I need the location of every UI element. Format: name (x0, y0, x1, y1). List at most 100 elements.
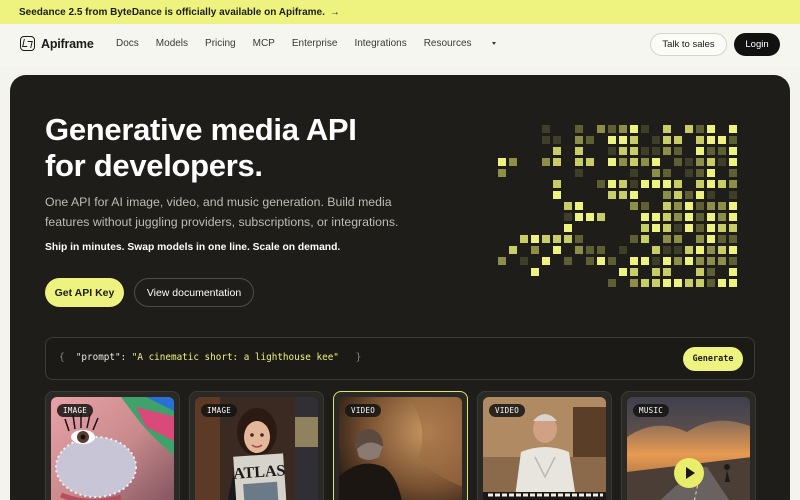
pixel-square (652, 268, 660, 276)
pixel-square (707, 191, 715, 199)
pixel-square (608, 191, 616, 199)
pixel-square (630, 125, 638, 133)
pixel-square (652, 180, 660, 188)
pixel-square (707, 213, 715, 221)
pixel-square (663, 279, 671, 287)
pixel-square (641, 235, 649, 243)
pixel-square (696, 246, 704, 254)
pixel-square (674, 213, 682, 221)
prompt-input-box[interactable]: { "prompt": "A cinematic short: a lighth… (45, 337, 755, 380)
card-badge: IMAGE (57, 404, 94, 417)
pixel-square (652, 158, 660, 166)
pixel-square (586, 158, 594, 166)
announcement-bar[interactable]: Seedance 2.5 from ByteDance is officiall… (0, 0, 800, 24)
talk-to-sales-button[interactable]: Talk to sales (650, 33, 727, 56)
pixel-square (718, 257, 726, 265)
pixel-square (729, 125, 737, 133)
media-card-video-1[interactable]: VIDEO (333, 391, 468, 500)
pixel-square (619, 136, 627, 144)
pixel-square (674, 202, 682, 210)
pixel-square (509, 158, 517, 166)
nav-link-pricing[interactable]: Pricing (205, 38, 236, 49)
pixel-square (663, 191, 671, 199)
pixel-square (685, 279, 693, 287)
pixel-square (608, 279, 616, 287)
pixel-square (663, 268, 671, 276)
pixel-square (597, 125, 605, 133)
pixel-square (718, 136, 726, 144)
pixel-square (630, 257, 638, 265)
pixel-square (729, 158, 737, 166)
pixel-square (586, 136, 594, 144)
pixel-square (729, 213, 737, 221)
pixel-square (575, 202, 583, 210)
pixel-square (685, 257, 693, 265)
nav-link-mcp[interactable]: MCP (253, 38, 275, 49)
pixel-square (707, 268, 715, 276)
pixel-square (707, 147, 715, 155)
pixel-square (696, 268, 704, 276)
media-card-image-2[interactable]: IMAGE ATLAS (189, 391, 324, 500)
card-badge: MUSIC (633, 404, 670, 417)
pixel-square (707, 169, 715, 177)
prompt-key: "prompt": (75, 352, 127, 363)
media-cards-row: IMAGE IMAGE ATLAS VIDEO VIDEO MUSIC (45, 391, 765, 500)
media-card-video-2[interactable]: VIDEO (477, 391, 612, 500)
view-documentation-button[interactable]: View documentation (134, 278, 254, 307)
pixel-square (542, 235, 550, 243)
hero-section: Generative media API for developers. One… (10, 75, 790, 500)
nav-link-integrations[interactable]: Integrations (354, 38, 406, 49)
nav-link-enterprise[interactable]: Enterprise (292, 38, 338, 49)
pixel-square (575, 246, 583, 254)
pixel-square (641, 202, 649, 210)
pixel-square (718, 235, 726, 243)
pixel-square (674, 235, 682, 243)
open-brace: { (59, 352, 65, 363)
pixel-square (575, 213, 583, 221)
pixel-square (718, 279, 726, 287)
pixel-square (564, 224, 572, 232)
pixel-square (542, 125, 550, 133)
pixel-square (652, 246, 660, 254)
pixel-square (531, 235, 539, 243)
prompt-code[interactable]: { "prompt": "A cinematic short: a lighth… (59, 352, 361, 363)
pixel-square (696, 202, 704, 210)
pixel-square (520, 235, 528, 243)
pixel-square (641, 279, 649, 287)
pixel-square (663, 213, 671, 221)
nav-link-docs[interactable]: Docs (116, 38, 139, 49)
pixel-square (542, 158, 550, 166)
pixel-square (685, 169, 693, 177)
pixel-square (498, 158, 506, 166)
nav-link-models[interactable]: Models (156, 38, 188, 49)
login-button[interactable]: Login (734, 33, 780, 56)
pixel-square (729, 180, 737, 188)
pixel-square (718, 224, 726, 232)
pixel-square (696, 158, 704, 166)
pixel-square (630, 169, 638, 177)
pixel-square (718, 213, 726, 221)
generate-button[interactable]: Generate (683, 347, 743, 371)
pixel-square (553, 158, 561, 166)
pixel-square (718, 158, 726, 166)
pixel-square (674, 180, 682, 188)
get-api-key-button[interactable]: Get API Key (45, 278, 124, 307)
pixel-square (553, 180, 561, 188)
pixel-square (652, 224, 660, 232)
pixel-square (498, 169, 506, 177)
hero-title: Generative media API for developers. (45, 112, 405, 184)
play-button-icon[interactable] (674, 458, 704, 488)
pixel-square (718, 246, 726, 254)
hero-title-line2: for developers. (45, 148, 263, 183)
pixel-square (652, 213, 660, 221)
pixel-square (641, 158, 649, 166)
media-card-music[interactable]: MUSIC (621, 391, 756, 500)
pixel-square (619, 191, 627, 199)
card-badge: VIDEO (489, 404, 526, 417)
pixel-square (509, 246, 517, 254)
nav-link-resources[interactable]: Resources (424, 38, 513, 49)
brand-logo[interactable]: Apiframe (20, 36, 94, 51)
pixel-square (608, 158, 616, 166)
hero-subtitle: One API for AI image, video, and music g… (45, 195, 399, 229)
media-card-image-1[interactable]: IMAGE (45, 391, 180, 500)
